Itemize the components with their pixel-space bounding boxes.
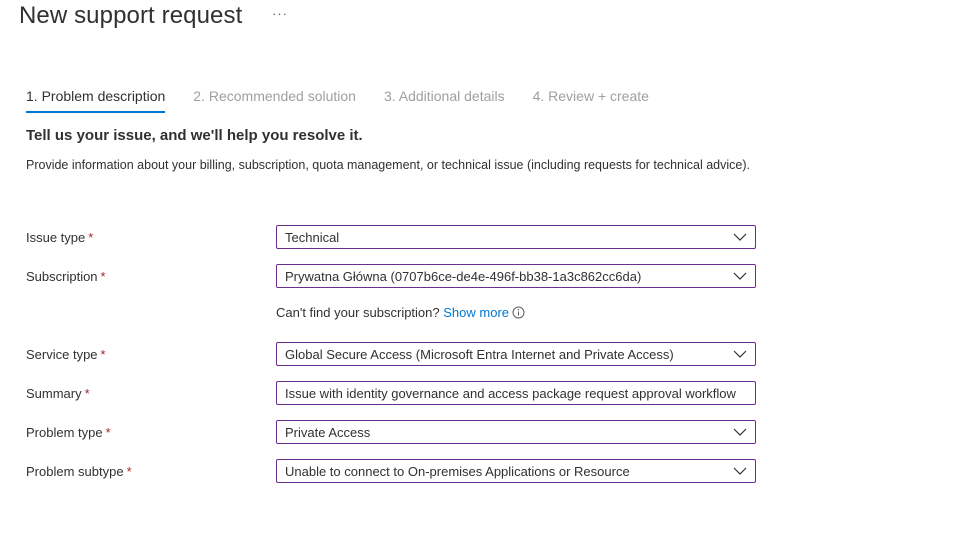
chevron-down-icon	[733, 467, 747, 475]
tab-review-create[interactable]: 4. Review + create	[533, 88, 649, 113]
subscription-hint-text: Can't find your subscription?	[276, 305, 440, 320]
summary-label-text: Summary	[26, 386, 82, 401]
required-marker: *	[100, 347, 106, 362]
tab-additional-details[interactable]: 3. Additional details	[384, 88, 505, 113]
service-type-label: Service type *	[26, 347, 106, 362]
problem-subtype-label: Problem subtype *	[26, 464, 132, 479]
subscription-dropdown[interactable]: Prywatna Główna (0707b6ce-de4e-496f-bb38…	[276, 264, 756, 288]
info-icon[interactable]	[512, 306, 525, 319]
more-options-button[interactable]: ···	[272, 6, 288, 21]
required-marker: *	[88, 230, 94, 245]
issue-type-label: Issue type *	[26, 230, 93, 245]
service-type-dropdown[interactable]: Global Secure Access (Microsoft Entra In…	[276, 342, 756, 366]
required-marker: *	[84, 386, 90, 401]
subscription-value: Prywatna Główna (0707b6ce-de4e-496f-bb38…	[285, 269, 642, 284]
summary-input[interactable]: Issue with identity governance and acces…	[276, 381, 756, 405]
problem-type-value: Private Access	[285, 425, 371, 440]
wizard-tabs: 1. Problem description 2. Recommended so…	[26, 88, 677, 113]
summary-label: Summary *	[26, 386, 90, 401]
service-type-value: Global Secure Access (Microsoft Entra In…	[285, 347, 674, 362]
problem-subtype-dropdown[interactable]: Unable to connect to On-premises Applica…	[276, 459, 756, 483]
tab-recommended-solution[interactable]: 2. Recommended solution	[193, 88, 356, 113]
problem-type-label-text: Problem type	[26, 425, 103, 440]
issue-type-label-text: Issue type	[26, 230, 86, 245]
issue-type-value: Technical	[285, 230, 340, 245]
subscription-label: Subscription *	[26, 269, 106, 284]
chevron-down-icon	[733, 233, 747, 241]
page-title: New support request	[19, 2, 243, 29]
subscription-hint: Can't find your subscription? Show more	[276, 305, 525, 320]
chevron-down-icon	[733, 428, 747, 436]
service-type-label-text: Service type	[26, 347, 98, 362]
problem-subtype-value: Unable to connect to On-premises Applica…	[285, 464, 630, 479]
problem-subtype-label-text: Problem subtype	[26, 464, 124, 479]
chevron-down-icon	[733, 350, 747, 358]
required-marker: *	[105, 425, 111, 440]
summary-value: Issue with identity governance and acces…	[285, 386, 736, 401]
issue-type-dropdown[interactable]: Technical	[276, 225, 756, 249]
required-marker: *	[100, 269, 106, 284]
required-marker: *	[126, 464, 132, 479]
tab-problem-description[interactable]: 1. Problem description	[26, 88, 166, 113]
show-more-link[interactable]: Show more	[443, 305, 509, 320]
form-description: Provide information about your billing, …	[26, 158, 750, 172]
form-heading: Tell us your issue, and we'll help you r…	[26, 127, 363, 144]
problem-type-label: Problem type *	[26, 425, 111, 440]
subscription-label-text: Subscription	[26, 269, 98, 284]
chevron-down-icon	[733, 272, 747, 280]
problem-type-dropdown[interactable]: Private Access	[276, 420, 756, 444]
